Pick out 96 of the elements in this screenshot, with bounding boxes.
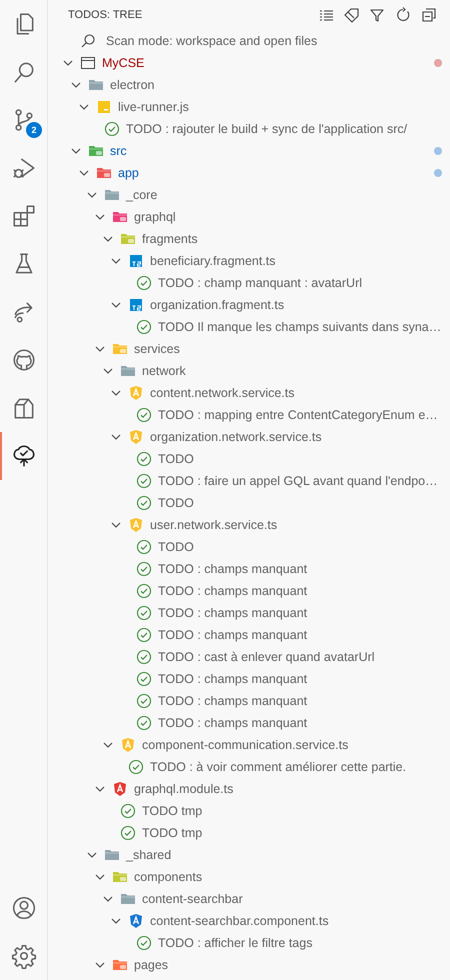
todo-item[interactable]: TODO (48, 536, 450, 558)
tree-item[interactable]: content-searchbar (48, 888, 450, 910)
folder-icon (96, 165, 112, 181)
todo-item[interactable]: TODO : champs manquant (48, 668, 450, 690)
check-circle-icon (136, 693, 152, 709)
folder-icon (120, 891, 136, 907)
todo-item[interactable]: TODO : champs manquant (48, 690, 450, 712)
activity-bar-button[interactable]: 2 (0, 96, 48, 144)
todo-item[interactable]: TODO : mapping entre ContentCategoryEnum e… (48, 404, 450, 426)
todo-item[interactable]: TODO : champs manquant (48, 602, 450, 624)
folder-icon (120, 363, 136, 379)
shield-icon (120, 737, 136, 753)
tree-item[interactable]: MyCSE (48, 52, 450, 74)
tree-item[interactable]: _core (48, 184, 450, 206)
tree-item[interactable]: user.network.service.ts (48, 514, 450, 536)
tree-item[interactable]: pages (48, 954, 450, 976)
check-circle-icon (136, 473, 152, 489)
tree-item[interactable]: graphql.module.ts (48, 778, 450, 800)
scan-mode-text: Scan mode: workspace and open files (106, 32, 318, 50)
check-circle-icon (136, 935, 152, 951)
tree-item[interactable]: organization.network.service.ts (48, 426, 450, 448)
shield-icon (128, 913, 144, 929)
check-circle-icon (136, 539, 152, 555)
tree-item[interactable]: content.network.service.ts (48, 382, 450, 404)
folder-icon (120, 231, 136, 247)
tree-item[interactable]: fragments (48, 228, 450, 250)
collapse-all-icon (421, 7, 437, 23)
check-circle-icon (136, 275, 152, 291)
check-circle-icon (120, 825, 136, 841)
tree-item[interactable]: graphql (48, 206, 450, 228)
check-circle-icon (128, 759, 144, 775)
todo-item[interactable]: TODO : faire un appel GQL avant quand l'endpo… (48, 470, 450, 492)
tree-item[interactable]: content-searchbar.component.ts (48, 910, 450, 932)
check-circle-icon (136, 407, 152, 423)
tree-item[interactable]: app (48, 162, 450, 184)
check-circle-icon (120, 803, 136, 819)
todo-item[interactable]: TODO tmp (48, 822, 450, 844)
folder-icon (112, 209, 128, 225)
todo-item[interactable]: TODO (48, 492, 450, 514)
tree-item[interactable]: components (48, 866, 450, 888)
tree-item[interactable]: _shared (48, 844, 450, 866)
folder-icon (104, 847, 120, 863)
shield-icon (112, 781, 128, 797)
window-icon (80, 55, 96, 71)
folder-icon (104, 187, 120, 203)
check-circle-icon (136, 671, 152, 687)
check-circle-icon (136, 605, 152, 621)
folder-icon (112, 957, 128, 973)
tree-item[interactable]: live-runner.js (48, 96, 450, 118)
search-icon (80, 33, 96, 49)
ts-file-icon (128, 297, 144, 313)
settings-icon (11, 943, 37, 969)
folder-icon (88, 143, 104, 159)
tree-item[interactable]: network (48, 360, 450, 382)
check-circle-icon (136, 561, 152, 577)
todo-item[interactable]: TODO : à voir comment améliorer cette partie. (48, 756, 450, 778)
ts-file-icon (128, 253, 144, 269)
account-icon (11, 895, 37, 921)
refresh-icon (395, 7, 411, 23)
tree-item[interactable]: electron (48, 74, 450, 96)
folder-icon (112, 341, 128, 357)
todo-item[interactable]: TODO : champs manquant (48, 580, 450, 602)
todo-item[interactable]: TODO : champs manquant (48, 624, 450, 646)
check-circle-icon (136, 319, 152, 335)
check-circle-icon (136, 715, 152, 731)
todo-item[interactable]: TODO (48, 448, 450, 470)
filter-icon (369, 7, 385, 23)
tree-item[interactable]: component-communication.service.ts (48, 734, 450, 756)
todo-item[interactable]: TODO tmp (48, 800, 450, 822)
todo-item[interactable]: TODO Il manque les champs suivants dans syna… (48, 316, 450, 338)
github-icon (11, 347, 37, 373)
check-circle-icon (104, 121, 120, 137)
check-circle-icon (136, 627, 152, 643)
panel-title: TODOS: TREE (68, 8, 142, 23)
tree-item[interactable]: services (48, 338, 450, 360)
todo-item[interactable]: TODO : champs manquant (48, 712, 450, 734)
extensions-icon (11, 203, 37, 229)
todo-item[interactable]: TODO : rajouter le build + sync de l'application src/ (48, 118, 450, 140)
tree-item[interactable]: src (48, 140, 450, 162)
folder-icon (88, 77, 104, 93)
check-circle-icon (136, 583, 152, 599)
check-circle-icon (136, 495, 152, 511)
shield-icon (128, 517, 144, 533)
tag-icon (343, 7, 359, 23)
todo-item[interactable]: TODO : afficher le filtre tags (48, 932, 450, 954)
todo-item[interactable]: TODO : cast à enlever quand avatarUrl (48, 646, 450, 668)
shield-icon (128, 429, 144, 445)
tree-item[interactable]: beneficiary.fragment.ts (48, 250, 450, 272)
folder-icon (112, 869, 128, 885)
notification-badge: 2 (26, 122, 42, 138)
check-circle-icon (136, 649, 152, 665)
tree-item[interactable]: organization.fragment.ts (48, 294, 450, 316)
check-circle-icon (136, 451, 152, 467)
todo-item[interactable]: TODO : champs manquant (48, 558, 450, 580)
shield-icon (128, 385, 144, 401)
todo-item[interactable]: TODO : champ manquant : avatarUrl (48, 272, 450, 294)
